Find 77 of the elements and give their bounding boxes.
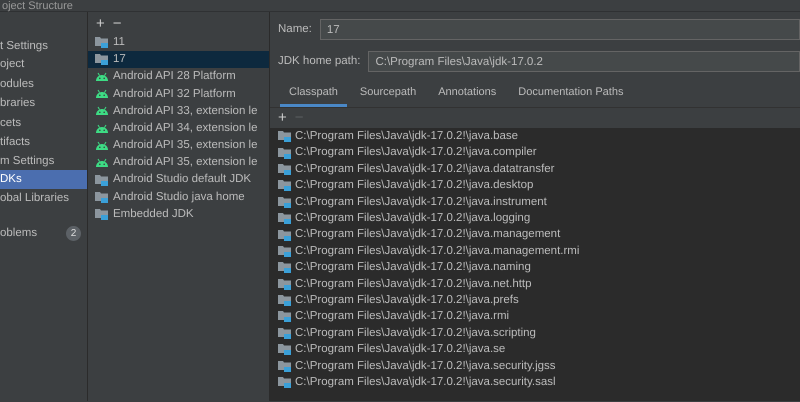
android-icon xyxy=(95,158,109,168)
jdk-home-path-field[interactable]: C:\Program Files\Java\jdk-17.0.2 xyxy=(368,51,800,72)
add-button[interactable]: + xyxy=(96,16,105,30)
sidebar-item[interactable]: obal Libraries xyxy=(0,189,87,208)
sdk-list-item[interactable]: 11 xyxy=(88,34,269,52)
tab[interactable]: Annotations xyxy=(429,83,506,106)
classpath-entry[interactable]: C:\Program Files\Java\jdk-17.0.2!\java.desktop xyxy=(295,177,534,194)
sdk-list-item[interactable]: Android API 35, extension le xyxy=(88,154,269,172)
jdk-folder-icon xyxy=(95,36,109,50)
folder-icon xyxy=(278,360,292,373)
sdk-list-item[interactable]: Android Studio java home xyxy=(88,188,269,206)
sidebar-item[interactable]: braries xyxy=(0,94,87,114)
window-title: oject Structure xyxy=(0,0,800,12)
jdk-folder-icon xyxy=(95,53,109,66)
android-icon xyxy=(95,72,109,82)
classpath-entry[interactable]: C:\Program Files\Java\jdk-17.0.2!\java.management.rmi xyxy=(295,242,580,260)
remove-button[interactable]: − xyxy=(112,16,122,30)
name-label: Name: xyxy=(278,22,312,37)
android-icon xyxy=(95,89,109,100)
section-header: t Settings xyxy=(0,39,49,54)
classpath-entry[interactable]: C:\Program Files\Java\jdk-17.0.2!\java.prefs xyxy=(295,292,519,310)
classpath-entry[interactable]: C:\Program Files\Java\jdk-17.0.2!\java.logging xyxy=(295,210,530,228)
sdk-list-item[interactable]: Android API 28 Platform xyxy=(88,68,269,86)
android-icon xyxy=(95,106,109,116)
sdk-list-item[interactable]: Android API 34, extension le xyxy=(88,120,269,138)
count-badge: 2 xyxy=(66,226,81,241)
folder-icon xyxy=(278,294,292,308)
classpath-entry[interactable]: C:\Program Files\Java\jdk-17.0.2!\java.rmi xyxy=(295,308,510,326)
folder-icon xyxy=(278,278,292,291)
jdk-home-path-label: JDK home path: xyxy=(278,54,360,69)
sdk-list-item[interactable]: Android API 32 Platform xyxy=(88,86,269,103)
name-field[interactable]: 17 xyxy=(320,19,800,40)
tab[interactable]: Sourcepath xyxy=(350,83,426,106)
android-icon xyxy=(95,140,109,151)
jdk-folder-icon xyxy=(95,190,109,204)
add-button[interactable]: + xyxy=(278,110,287,125)
classpath-entry[interactable]: C:\Program Files\Java\jdk-17.0.2!\java.net.http xyxy=(295,276,532,293)
folder-icon xyxy=(278,130,292,144)
sidebar-item[interactable]: tifacts xyxy=(0,133,87,152)
sidebar-item[interactable]: odules xyxy=(0,74,87,94)
folder-icon xyxy=(278,179,292,192)
section-header: m Settings xyxy=(0,154,56,168)
folder-icon xyxy=(278,162,292,176)
folder-icon xyxy=(278,261,292,274)
sidebar-item[interactable]: oject xyxy=(0,55,87,74)
sdk-list-item[interactable]: Android Studio default JDK xyxy=(88,172,269,189)
classpath-entry[interactable]: C:\Program Files\Java\jdk-17.0.2!\java.compiler xyxy=(295,144,537,162)
classpath-entry[interactable]: C:\Program Files\Java\jdk-17.0.2!\java.instrument xyxy=(295,194,547,211)
jdk-folder-icon xyxy=(95,174,109,187)
classpath-entry[interactable]: C:\Program Files\Java\jdk-17.0.2!\java.security.jgss xyxy=(295,358,556,375)
tab[interactable]: Documentation Paths xyxy=(509,83,632,106)
tab[interactable]: Classpath xyxy=(280,83,347,106)
sidebar-item[interactable]: DKs xyxy=(0,170,87,189)
classpath-entry[interactable]: C:\Program Files\Java\jdk-17.0.2!\java.se xyxy=(295,341,506,358)
sdk-list-item[interactable]: Android API 33, extension le xyxy=(88,102,269,120)
folder-icon xyxy=(278,376,292,390)
android-icon xyxy=(95,124,109,134)
sdk-list-item[interactable]: Embedded JDK xyxy=(88,206,269,224)
classpath-entry[interactable]: C:\Program Files\Java\jdk-17.0.2!\java.management xyxy=(295,226,560,244)
sidebar-item[interactable]: cets xyxy=(0,114,87,133)
folder-icon xyxy=(278,228,292,242)
classpath-entry[interactable]: C:\Program Files\Java\jdk-17.0.2!\java.base xyxy=(295,128,518,146)
sidebar-item[interactable]: oblems 2 xyxy=(0,224,87,243)
folder-icon xyxy=(278,146,292,160)
folder-icon xyxy=(278,343,292,356)
classpath-entry[interactable]: C:\Program Files\Java\jdk-17.0.2!\java.naming xyxy=(295,259,531,276)
folder-icon xyxy=(278,212,292,226)
folder-icon xyxy=(278,244,292,258)
classpath-entry[interactable]: C:\Program Files\Java\jdk-17.0.2!\java.datatransfer xyxy=(295,160,555,178)
classpath-entry[interactable]: C:\Program Files\Java\jdk-17.0.2!\java.scripting xyxy=(295,324,536,342)
sdk-list-item[interactable]: Android API 35, extension le xyxy=(88,137,269,154)
folder-icon xyxy=(278,310,292,324)
classpath-entry[interactable]: C:\Program Files\Java\jdk-17.0.2!\java.security.sasl xyxy=(295,374,556,392)
folder-icon xyxy=(278,196,292,209)
folder-icon xyxy=(278,326,292,340)
jdk-folder-icon xyxy=(95,208,109,221)
sdk-list-item[interactable]: 17 xyxy=(88,51,269,68)
